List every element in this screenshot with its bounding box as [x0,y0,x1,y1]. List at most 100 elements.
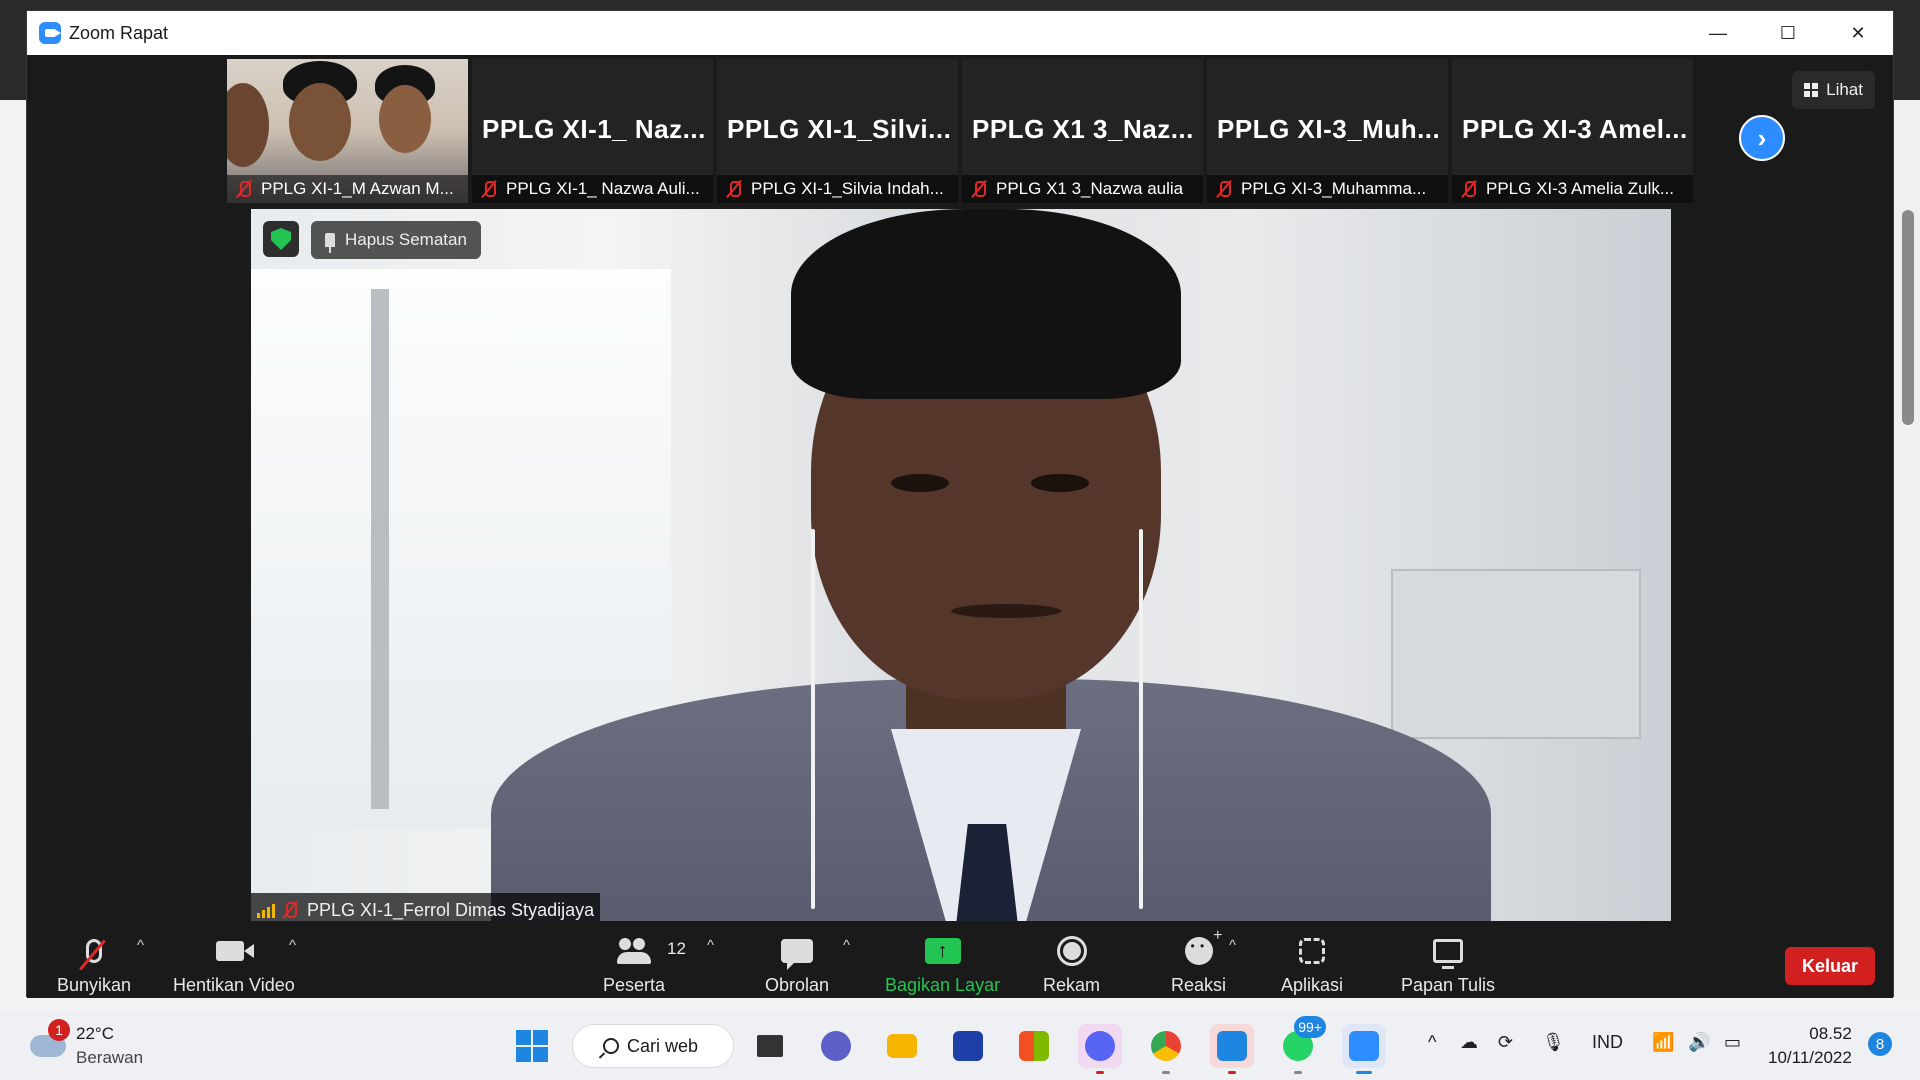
close-button[interactable]: ✕ [1823,11,1893,55]
encryption-shield-icon[interactable] [263,221,299,257]
participant-face [227,83,269,167]
share-screen-button[interactable]: ↑ Bagikan Layar [885,933,1000,996]
clock-date: 10/11/2022 [1768,1048,1852,1067]
volume-icon[interactable]: 🔊 [1688,1032,1710,1053]
chat-label: Obrolan [765,975,830,995]
pin-icon [325,233,335,253]
participant-display-name: PPLG X1 3_Naz... [972,114,1194,144]
earphone-cable [1139,529,1143,909]
minimize-button[interactable]: — [1683,11,1753,55]
unpin-button[interactable]: Hapus Sematan [311,221,481,259]
participant-tile[interactable]: PPLG X1 3_Naz... PPLG X1 3_Nazwa aulia [962,59,1203,203]
muted-mic-icon [480,180,498,198]
input-language[interactable]: IND [1592,1032,1623,1053]
chrome-icon[interactable] [1144,1024,1188,1074]
participant-display-name: PPLG XI-1_Silvi... [727,114,952,144]
grid-icon [1804,83,1819,97]
participant-gallery-strip: PPLG XI-1_M Azwan M... PPLG XI-1_ Naz...… [227,59,1693,203]
search-icon [603,1038,619,1054]
microphone-tray-icon[interactable]: 🎙 [1542,1032,1565,1053]
unmute-button[interactable]: Bunyikan [57,933,131,996]
system-clock[interactable]: 08.52 10/11/2022 [1768,1022,1852,1070]
editor-app-icon[interactable] [946,1024,990,1068]
taskbar-search[interactable]: Cari web [572,1024,734,1068]
whiteboard-button[interactable]: Papan Tulis [1401,933,1495,996]
participant-caption: PPLG XI-3 Amelia Zulk... [1452,175,1693,203]
apps-button[interactable]: Aplikasi [1281,933,1343,996]
unpin-label: Hapus Sematan [345,230,467,249]
whatsapp-icon[interactable]: 99+ [1276,1016,1326,1074]
muted-mic-icon [1215,180,1233,198]
tray-chevron-up-icon[interactable]: ^ [1428,1032,1436,1053]
onedrive-cloud-icon[interactable]: ☁ [1460,1032,1478,1053]
weather-widget[interactable]: 1 22°C Berawan [30,1019,143,1070]
chat-button[interactable]: Obrolan [765,933,829,996]
speaker-eye [891,474,949,492]
cloud-icon: 1 [30,1019,70,1057]
speaker-mouth [951,604,1061,618]
participant-tile[interactable]: PPLG XI-1_ Naz... PPLG XI-1_ Nazwa Auli.… [472,59,713,203]
record-label: Rekam [1043,975,1101,995]
running-indicator [1096,1071,1104,1074]
participant-face [289,83,351,161]
microsoft-store-icon[interactable] [1012,1024,1056,1068]
muted-mic-icon [281,901,299,919]
active-speaker-video: Hapus Sematan PPLG XI-1_Ferrol Dimas Sty… [251,209,1671,927]
teams-chat-icon[interactable] [814,1024,858,1068]
participant-tile[interactable]: PPLG XI-3_Muh... PPLG XI-3_Muhamma... [1207,59,1448,203]
participant-tile[interactable]: PPLG XI-3 Amel... PPLG XI-3 Amelia Zulk.… [1452,59,1693,203]
participants-options-caret-icon[interactable]: ^ [707,937,714,954]
smiley-icon [1184,927,1223,965]
alarm-app-icon[interactable] [1210,1024,1254,1074]
video-options-caret-icon[interactable]: ^ [289,937,296,954]
zoom-meeting-window: Zoom Rapat — ☐ ✕ PPLG XI-1_M Azwan M... … [26,10,1894,998]
muted-mic-icon [1460,180,1478,198]
muted-mic-icon [725,180,743,198]
battery-icon[interactable]: ▭ [1724,1032,1741,1053]
reactions-button[interactable]: Reaksi [1171,927,1227,996]
chevron-right-icon: › [1757,122,1767,153]
participant-tile[interactable]: PPLG XI-1_M Azwan M... [227,59,468,203]
video-camera-icon [215,941,254,961]
scrollbar[interactable] [1902,210,1914,425]
temperature: 22°C [76,1024,114,1043]
apps-label: Aplikasi [1281,975,1344,995]
stop-video-button[interactable]: Hentikan Video [173,933,295,996]
running-indicator [1228,1071,1236,1074]
participant-name: PPLG XI-3 Amelia Zulk... [1486,179,1675,198]
record-icon [1056,936,1087,966]
windows-taskbar: 1 22°C Berawan Cari web 99+ ^ ☁ ⟳ 🎙 IND … [0,1010,1920,1080]
meeting-toolbar: Bunyikan ^ Hentikan Video ^ 12 Peserta ^… [27,921,1893,998]
sync-icon[interactable]: ⟳ [1498,1032,1513,1053]
view-button[interactable]: Lihat [1792,71,1875,109]
gallery-next-button[interactable]: › [1739,115,1785,161]
window-frame [371,289,389,809]
audio-options-caret-icon[interactable]: ^ [137,937,144,954]
signal-strength-icon [257,902,275,918]
chat-options-caret-icon[interactable]: ^ [843,937,850,954]
record-button[interactable]: Rekam [1043,933,1100,996]
reactions-options-caret-icon[interactable]: ^ [1229,937,1236,954]
participant-face [379,85,431,153]
wifi-icon[interactable]: 📶 [1652,1032,1674,1053]
file-explorer-icon[interactable] [880,1024,924,1068]
zoom-taskbar-icon[interactable] [1342,1024,1386,1074]
participants-button[interactable]: 12 Peserta [603,933,686,996]
chat-bubble-icon [781,939,814,970]
weather-alert-badge: 1 [48,1019,70,1041]
reactions-label: Reaksi [1171,975,1227,995]
participant-tile[interactable]: PPLG XI-1_Silvi... PPLG XI-1_Silvia Inda… [717,59,958,203]
share-screen-label: Bagikan Layar [885,975,1001,995]
maximize-button[interactable]: ☐ [1753,11,1823,55]
running-indicator [1162,1071,1170,1074]
participant-name: PPLG XI-3_Muhamma... [1241,179,1427,198]
task-view-icon[interactable] [748,1024,792,1068]
muted-mic-icon [235,180,253,198]
whiteboard-label: Papan Tulis [1401,975,1496,995]
windows-start-icon[interactable] [516,1030,548,1062]
discord-icon[interactable] [1078,1024,1122,1074]
leave-meeting-button[interactable]: Keluar [1785,947,1875,985]
clock-time: 08.52 [1809,1024,1852,1043]
notification-count-badge[interactable]: 8 [1868,1032,1892,1056]
participant-display-name: PPLG XI-3 Amel... [1462,114,1687,144]
